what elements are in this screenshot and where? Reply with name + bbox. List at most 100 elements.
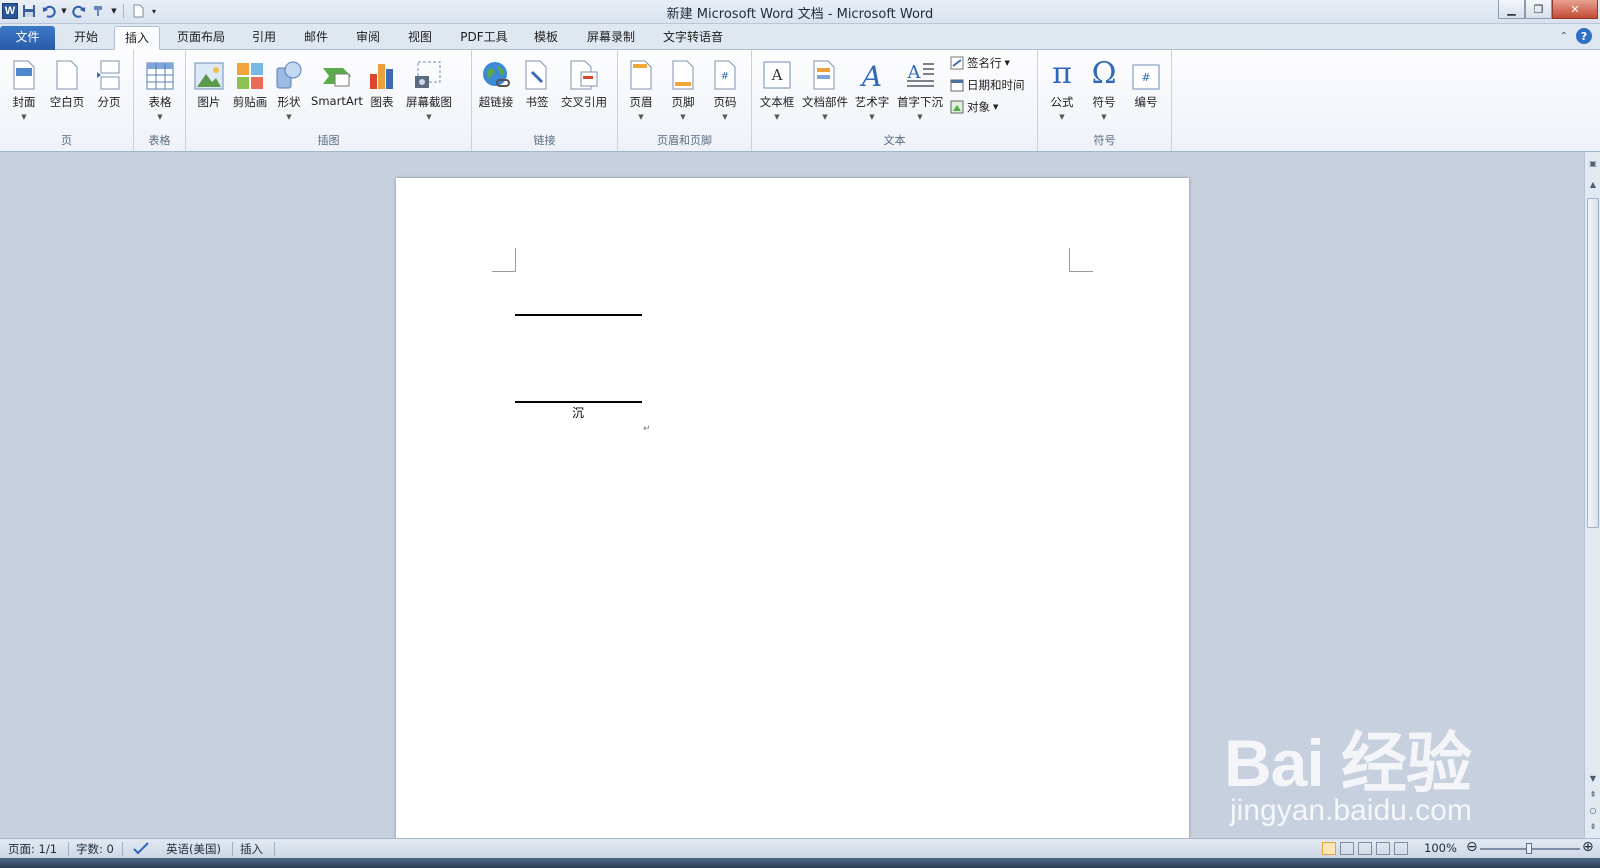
symbol-button[interactable]: Ω 符号 ▼	[1086, 54, 1122, 122]
smartart-icon	[323, 68, 351, 87]
group-label-symbols: 符号	[1093, 134, 1116, 147]
clip-art-icon	[237, 63, 263, 89]
ribbon-insert: 封面 ▼ 空白页 分页 页 表格 ▼ 表格 图片 剪贴画 形状 ▼ SmartA…	[0, 50, 1600, 152]
tab-screen-recording[interactable]: 屏幕录制	[580, 26, 642, 50]
scrollbar-thumb[interactable]	[1587, 198, 1599, 528]
tab-text-to-speech[interactable]: 文字转语音	[656, 26, 730, 50]
text-box-button[interactable]: A 文本框 ▼	[756, 54, 798, 122]
header-button[interactable]: 页眉 ▼	[624, 54, 658, 122]
blank-page-button[interactable]: 空白页	[46, 54, 88, 110]
picture-button[interactable]: 图片	[192, 54, 226, 110]
tab-page-layout[interactable]: 页面布局	[172, 26, 230, 50]
status-page[interactable]: 页面: 1/1	[8, 841, 57, 857]
outline-icon[interactable]	[1376, 842, 1390, 855]
smartart-button[interactable]: SmartArt	[310, 54, 364, 108]
page-number-button[interactable]: # 页码 ▼	[708, 54, 742, 122]
hyperlink-button[interactable]: 超链接	[476, 54, 516, 110]
zoom-out-icon[interactable]: ⊖	[1466, 839, 1478, 855]
table-button[interactable]: 表格 ▼	[142, 54, 178, 122]
page-number-icon: #	[714, 60, 736, 90]
screenshot-button[interactable]: 屏幕截图 ▼	[402, 54, 456, 122]
numbering-button[interactable]: # 编号	[1128, 54, 1164, 110]
document-area: 沉 ↵	[0, 152, 1584, 848]
object-button[interactable]: 对象 ▼	[950, 99, 998, 115]
minimize-icon[interactable]: ▁	[1498, 0, 1525, 19]
next-page-icon[interactable]: ⇟	[1586, 820, 1600, 832]
tab-home[interactable]: 开始	[66, 26, 106, 50]
paragraph-mark-icon: ↵	[643, 424, 651, 434]
numbering-icon: #	[1132, 64, 1160, 90]
scroll-up-icon[interactable]: ▲	[1586, 178, 1600, 190]
taskbar	[0, 858, 1600, 868]
status-separator	[122, 842, 123, 856]
group-text: A 文本框 ▼ 文档部件 ▼ A 艺术字 ▼ A 首字下沉 ▼ 签名行 ▼ 日期和时间 对…	[752, 50, 1038, 151]
clip-art-button[interactable]: 剪贴画	[230, 54, 270, 110]
full-screen-reading-icon[interactable]	[1340, 842, 1354, 855]
chart-icon	[370, 64, 393, 89]
group-label-links: 链接	[533, 134, 556, 147]
tab-review[interactable]: 审阅	[348, 26, 388, 50]
vertical-scrollbar[interactable]: ▣ ▲ ▼ ⇞ ○ ⇟	[1584, 152, 1600, 838]
chart-button[interactable]: 图表	[366, 54, 398, 110]
print-layout-icon[interactable]	[1322, 842, 1336, 855]
bookmark-button[interactable]: 书签	[520, 54, 554, 110]
ribbon-tabs: 文件 开始 插入 页面布局 引用 邮件 审阅 视图 PDF工具 模板 屏幕录制 …	[0, 24, 1600, 50]
equation-button[interactable]: π 公式 ▼	[1044, 54, 1080, 122]
tab-insert[interactable]: 插入	[114, 26, 160, 50]
group-table: 表格 ▼ 表格	[134, 50, 186, 151]
svg-text:A: A	[907, 62, 922, 83]
tab-references[interactable]: 引用	[244, 26, 284, 50]
proofing-icon[interactable]	[132, 841, 150, 858]
group-label-illustrations: 插图	[317, 134, 340, 147]
tab-mailings[interactable]: 邮件	[296, 26, 336, 50]
group-page: 封面 ▼ 空白页 分页 页	[0, 50, 134, 151]
tab-file[interactable]: 文件	[0, 26, 55, 50]
bookmark-icon	[525, 60, 547, 90]
horizontal-line-bottom[interactable]	[515, 401, 642, 403]
zoom-in-icon[interactable]: ⊕	[1582, 839, 1594, 855]
date-time-button[interactable]: 日期和时间	[950, 77, 1025, 93]
title-bar: W ▼ ▼ ▾ 新建 Microsoft Word 文档 - Microsoft…	[0, 0, 1600, 24]
ruler-toggle-icon[interactable]: ▣	[1586, 156, 1600, 170]
status-insert-mode[interactable]: 插入	[240, 841, 263, 857]
footer-button[interactable]: 页脚 ▼	[666, 54, 700, 122]
page-break-icon	[97, 60, 120, 90]
tab-pdf-tools[interactable]: PDF工具	[456, 26, 512, 50]
document-page[interactable]: 沉 ↵	[396, 178, 1189, 848]
close-icon[interactable]: ✕	[1552, 0, 1598, 19]
crop-mark-top-right	[1069, 248, 1093, 272]
quick-parts-button[interactable]: 文档部件 ▼	[800, 54, 850, 122]
scroll-down-icon[interactable]: ▼	[1586, 772, 1600, 784]
wordart-button[interactable]: A 艺术字 ▼	[852, 54, 892, 122]
tab-view[interactable]: 视图	[400, 26, 440, 50]
pi-icon: π	[1052, 56, 1072, 91]
signature-line-icon	[950, 56, 964, 70]
select-browse-object-icon[interactable]: ○	[1586, 804, 1600, 816]
svg-text:#: #	[1141, 71, 1150, 84]
signature-line-button[interactable]: 签名行 ▼	[950, 55, 1010, 71]
zoom-level[interactable]: 100%	[1424, 841, 1457, 855]
shapes-button[interactable]: 形状 ▼	[272, 54, 306, 122]
draft-icon[interactable]	[1394, 842, 1408, 855]
group-label-table: 表格	[148, 134, 171, 147]
previous-page-icon[interactable]: ⇞	[1586, 788, 1600, 800]
help-icon[interactable]: ?	[1576, 28, 1592, 44]
collapse-ribbon-icon[interactable]: ⌃	[1560, 31, 1568, 42]
restore-icon[interactable]: ❐	[1525, 0, 1552, 19]
cross-reference-button[interactable]: 交叉引用	[556, 54, 612, 110]
group-label-header-footer: 页眉和页脚	[657, 134, 712, 147]
status-separator	[68, 842, 69, 856]
drop-cap-button[interactable]: A 首字下沉 ▼	[894, 54, 946, 122]
group-header-footer: 页眉 ▼ 页脚 ▼ # 页码 ▼ 页眉和页脚	[618, 50, 752, 151]
cover-page-button[interactable]: 封面 ▼	[6, 54, 42, 122]
page-break-button[interactable]: 分页	[92, 54, 126, 110]
status-word-count[interactable]: 字数: 0	[76, 841, 114, 857]
web-layout-icon[interactable]	[1358, 842, 1372, 855]
tab-templates[interactable]: 模板	[526, 26, 566, 50]
group-label-page: 页	[61, 134, 72, 147]
status-language[interactable]: 英语(美国)	[166, 841, 221, 857]
blank-page-icon	[56, 60, 78, 90]
zoom-slider-thumb[interactable]	[1526, 843, 1532, 854]
document-text[interactable]: 沉	[572, 404, 584, 421]
horizontal-line-top[interactable]	[515, 314, 642, 316]
